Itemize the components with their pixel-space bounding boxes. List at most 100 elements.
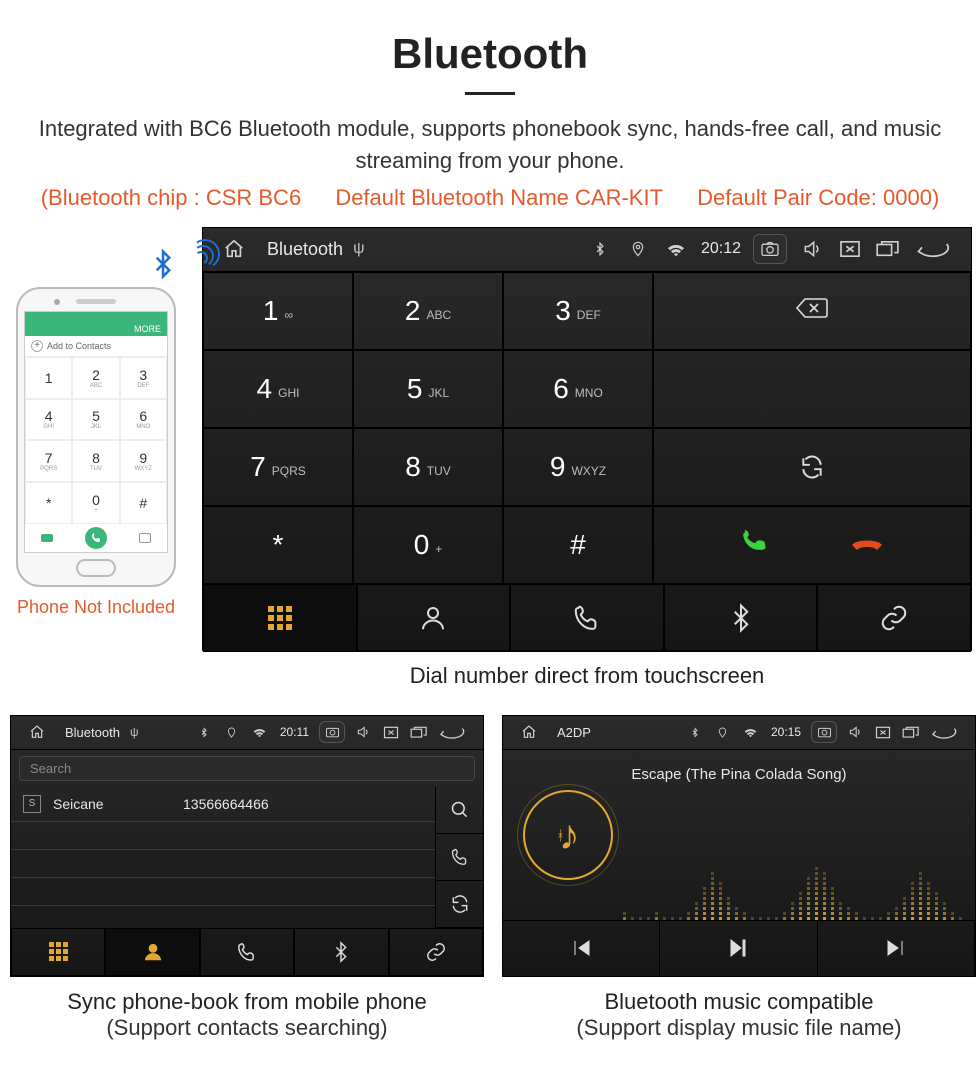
bluetooth-status-icon [685,722,705,742]
a2dp-caption: Bluetooth music compatible (Support disp… [502,989,976,1041]
back-icon[interactable] [929,722,959,742]
bluetooth-icon [726,603,756,633]
close-window-icon[interactable] [873,722,893,742]
clock-label: 20:11 [280,725,309,739]
search-input[interactable]: Search [19,756,475,781]
wifi-icon [741,722,761,742]
phonebook-caption: Sync phone-book from mobile phone (Suppo… [10,989,484,1041]
dialer-caption: Dial number direct from touchscreen [202,663,972,689]
phone-more-label: MORE [134,324,161,334]
phone-mockup: MORE +Add to Contacts 12ABC3DEF4GHI5JKL6… [8,227,184,618]
key-*[interactable]: * [203,506,353,584]
phone-icon [236,941,258,963]
back-icon[interactable] [913,236,953,262]
spec-name: Default Bluetooth Name CAR-KIT [335,185,663,210]
key-3[interactable]: 3DEF [503,272,653,350]
backspace-button[interactable] [653,272,971,350]
volume-icon[interactable] [799,236,825,262]
volume-icon[interactable] [845,722,865,742]
home-icon[interactable] [519,722,539,742]
album-art: ᚼ♪ [523,790,613,880]
search-button[interactable] [435,787,483,834]
spec-chip: (Bluetooth chip : CSR BC6 [41,185,301,210]
sync-button[interactable] [435,881,483,928]
tab-contacts[interactable] [105,928,199,976]
back-icon[interactable] [437,722,467,742]
title-underline [465,92,515,95]
plus-icon: + [31,340,43,352]
music-note-icon: ᚼ♪ [556,811,579,859]
volume-icon[interactable] [353,722,373,742]
visualizer [623,850,965,920]
clock-label: 20:12 [701,240,741,258]
usb-icon: ψ [130,725,139,739]
redial-button[interactable] [653,428,971,506]
tab-recents[interactable] [510,584,664,652]
contact-row[interactable]: SSeicane13566664466 [11,787,435,822]
prev-track-button[interactable] [503,920,660,976]
app-title: Bluetooth [65,725,120,740]
link-icon [425,941,447,963]
play-pause-button[interactable] [660,920,817,976]
tab-bluetooth[interactable] [664,584,818,652]
screenshot-icon[interactable] [753,234,787,264]
key-4[interactable]: 4GHI [203,350,353,428]
location-icon [625,236,651,262]
key-9[interactable]: 9WXYZ [503,428,653,506]
key-0[interactable]: 0+ [353,506,503,584]
dialer-tabbar [203,584,971,652]
keypad-icon [49,942,68,961]
bluetooth-status-icon [194,722,214,742]
app-title: A2DP [557,725,591,740]
tab-bluetooth[interactable] [294,928,388,976]
clock-label: 20:15 [771,725,801,739]
track-title: Escape (The Pina Colada Song) [503,766,975,783]
tab-recents[interactable] [200,928,294,976]
home-icon[interactable] [27,722,47,742]
hangup-button[interactable] [850,529,884,560]
key-8[interactable]: 8TUV [353,428,503,506]
tab-pair[interactable] [817,584,971,652]
key-6[interactable]: 6MNO [503,350,653,428]
call-contact-button[interactable] [435,834,483,881]
keypad-icon [268,606,292,630]
next-track-button[interactable] [818,920,975,976]
recent-apps-icon[interactable] [409,722,429,742]
call-button[interactable] [737,523,773,566]
tab-pair[interactable] [389,928,483,976]
recent-apps-icon[interactable] [901,722,921,742]
screenshot-icon[interactable] [319,721,345,743]
link-icon [879,603,909,633]
voicemail-tab-icon [41,534,53,542]
contact-number: 13566664466 [183,796,269,812]
close-window-icon[interactable] [837,236,863,262]
bluetooth-status-icon [587,236,613,262]
spec-code: Default Pair Code: 0000) [697,185,939,210]
key-2[interactable]: 2ABC [353,272,503,350]
screenshot-icon[interactable] [811,721,837,743]
app-title: Bluetooth [267,239,343,260]
bluetooth-specs: (Bluetooth chip : CSR BC6 Default Blueto… [8,185,972,211]
tab-keypad[interactable] [203,584,357,652]
tab-contacts[interactable] [357,584,511,652]
headunit-dialer: Bluetooth ψ 20:12 1∞2ABC3DEF 4GHI5JKL6MNO… [202,227,972,651]
wifi-icon [663,236,689,262]
location-icon [713,722,733,742]
bluetooth-icon [148,247,178,289]
key-#[interactable]: # [503,506,653,584]
recent-apps-icon[interactable] [875,236,901,262]
headunit-a2dp: A2DP 20:15 Escape (The Pina Colada Song) [502,715,976,977]
phone-body: MORE +Add to Contacts 12ABC3DEF4GHI5JKL6… [16,287,176,587]
bluetooth-icon [330,941,352,963]
close-window-icon[interactable] [381,722,401,742]
home-icon[interactable] [221,236,247,262]
status-bar: Bluetooth ψ 20:12 [203,228,971,272]
key-7[interactable]: 7PQRS [203,428,353,506]
key-5[interactable]: 5JKL [353,350,503,428]
headunit-phonebook: Bluetooth ψ 20:11 Search [10,715,484,977]
key-1[interactable]: 1∞ [203,272,353,350]
wifi-icon [250,722,270,742]
page-subtitle: Integrated with BC6 Bluetooth module, su… [8,113,972,177]
tab-keypad[interactable] [11,928,105,976]
person-icon [418,603,448,633]
